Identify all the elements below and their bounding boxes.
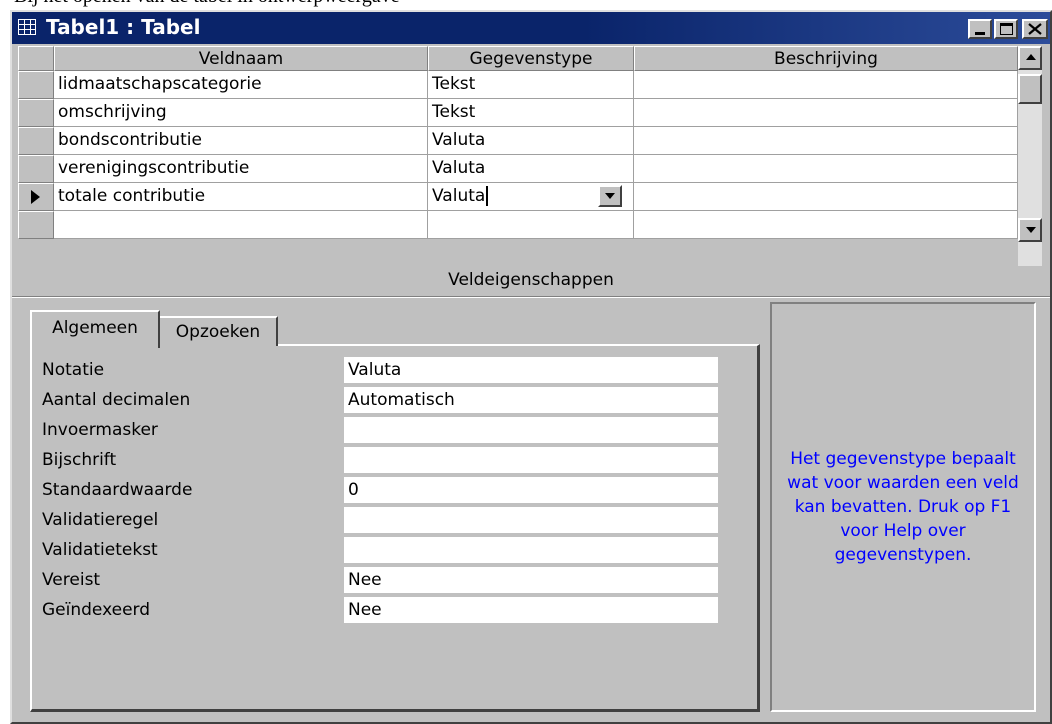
property-label-invoermasker: Invoermasker — [42, 420, 158, 440]
property-value-geindexeerd[interactable]: Nee — [344, 597, 718, 623]
minimize-icon — [975, 32, 985, 35]
column-header-beschrijving[interactable]: Beschrijving — [634, 46, 1018, 71]
tab-opzoeken[interactable]: Opzoeken — [160, 316, 278, 346]
property-value-vereist[interactable]: Nee — [344, 567, 718, 593]
property-value-notatie[interactable]: Valuta — [344, 357, 718, 383]
data-type-dropdown-button[interactable] — [598, 185, 622, 207]
property-label-aantal-decimalen: Aantal decimalen — [42, 390, 191, 410]
description-cell[interactable] — [634, 155, 1018, 183]
property-value-standaardwaarde[interactable]: 0 — [344, 477, 718, 503]
property-label-vereist: Vereist — [42, 570, 101, 590]
data-type-cell[interactable]: Tekst — [428, 99, 634, 127]
scroll-down-button[interactable] — [1018, 218, 1042, 242]
data-type-combo[interactable]: Valuta — [428, 183, 634, 211]
page-header-fragment: Bij het openen van de tabel in ontwerpwe… — [14, 0, 400, 8]
scroll-up-button[interactable] — [1018, 46, 1042, 70]
field-name-cell[interactable]: lidmaatschapscategorie — [54, 71, 428, 99]
field-name-cell[interactable]: bondscontributie — [54, 127, 428, 155]
table-icon — [18, 19, 36, 35]
property-label-standaardwaarde: Standaardwaarde — [42, 480, 193, 500]
maximize-button[interactable] — [994, 19, 1018, 39]
help-text: Het gegevenstype bepaalt wat voor waarde… — [787, 449, 1019, 565]
tab-panel-algemeen: Notatie Valuta Aantal decimalen Automati… — [30, 344, 760, 712]
title-bar[interactable]: Tabel1 : Tabel — [12, 12, 1050, 44]
property-value-invoermasker[interactable] — [344, 417, 718, 443]
grid-vertical-scrollbar[interactable] — [1018, 46, 1042, 266]
minimize-button[interactable] — [968, 19, 992, 39]
description-cell[interactable] — [634, 99, 1018, 127]
table-design-window: Tabel1 : Tabel Veldnaam Gegevenstype Bes… — [10, 10, 1052, 724]
data-type-cell[interactable] — [428, 211, 634, 239]
data-type-cell[interactable]: Valuta — [428, 155, 634, 183]
scroll-thumb[interactable] — [1018, 74, 1042, 104]
grid-corner — [18, 46, 54, 71]
row-selector[interactable] — [18, 211, 54, 239]
field-grid: Veldnaam Gegevenstype Beschrijving lidma… — [18, 46, 1042, 266]
grid-bottom-area — [18, 239, 1018, 266]
window-title: Tabel1 : Tabel — [46, 15, 201, 39]
divider — [12, 296, 1050, 298]
property-value-aantal-decimalen[interactable]: Automatisch — [344, 387, 718, 413]
row-selector[interactable] — [18, 99, 54, 127]
field-properties-label: Veldeigenschappen — [448, 270, 614, 290]
current-row-selector[interactable] — [18, 183, 54, 211]
property-label-bijschrift: Bijschrift — [42, 450, 117, 470]
close-button[interactable] — [1022, 19, 1048, 39]
maximize-icon — [1000, 23, 1013, 35]
description-cell[interactable] — [634, 211, 1018, 239]
help-pane: Het gegevenstype bepaalt wat voor waarde… — [770, 302, 1036, 712]
property-value-bijschrift[interactable] — [344, 447, 718, 473]
property-label-validatieregel: Validatieregel — [42, 510, 159, 530]
row-selector[interactable] — [18, 71, 54, 99]
row-selector[interactable] — [18, 127, 54, 155]
data-type-cell[interactable]: Tekst — [428, 71, 634, 99]
field-name-cell[interactable]: totale contributie — [54, 183, 428, 211]
data-type-value: Valuta — [432, 186, 486, 206]
field-name-cell[interactable] — [54, 211, 428, 239]
column-header-gegevenstype[interactable]: Gegevenstype — [428, 46, 634, 71]
property-value-validatietekst[interactable] — [344, 537, 718, 563]
text-caret — [486, 186, 489, 206]
field-name-cell[interactable]: verenigingscontributie — [54, 155, 428, 183]
close-icon — [1028, 23, 1042, 35]
description-cell[interactable] — [634, 71, 1018, 99]
property-label-geindexeerd: Geïndexeerd — [42, 600, 151, 620]
description-cell[interactable] — [634, 183, 1018, 211]
property-value-validatieregel[interactable] — [344, 507, 718, 533]
field-name-cell[interactable]: omschrijving — [54, 99, 428, 127]
row-selector[interactable] — [18, 155, 54, 183]
tab-algemeen[interactable]: Algemeen — [30, 310, 160, 348]
description-cell[interactable] — [634, 127, 1018, 155]
data-type-cell[interactable]: Valuta — [428, 127, 634, 155]
chevron-down-icon — [605, 193, 615, 199]
chevron-down-icon — [1026, 227, 1036, 233]
column-header-veldnaam[interactable]: Veldnaam — [54, 46, 428, 71]
property-label-notatie: Notatie — [42, 360, 105, 380]
property-label-validatietekst: Validatietekst — [42, 540, 158, 560]
chevron-up-icon — [1026, 54, 1036, 60]
current-row-arrow-icon — [31, 190, 40, 204]
